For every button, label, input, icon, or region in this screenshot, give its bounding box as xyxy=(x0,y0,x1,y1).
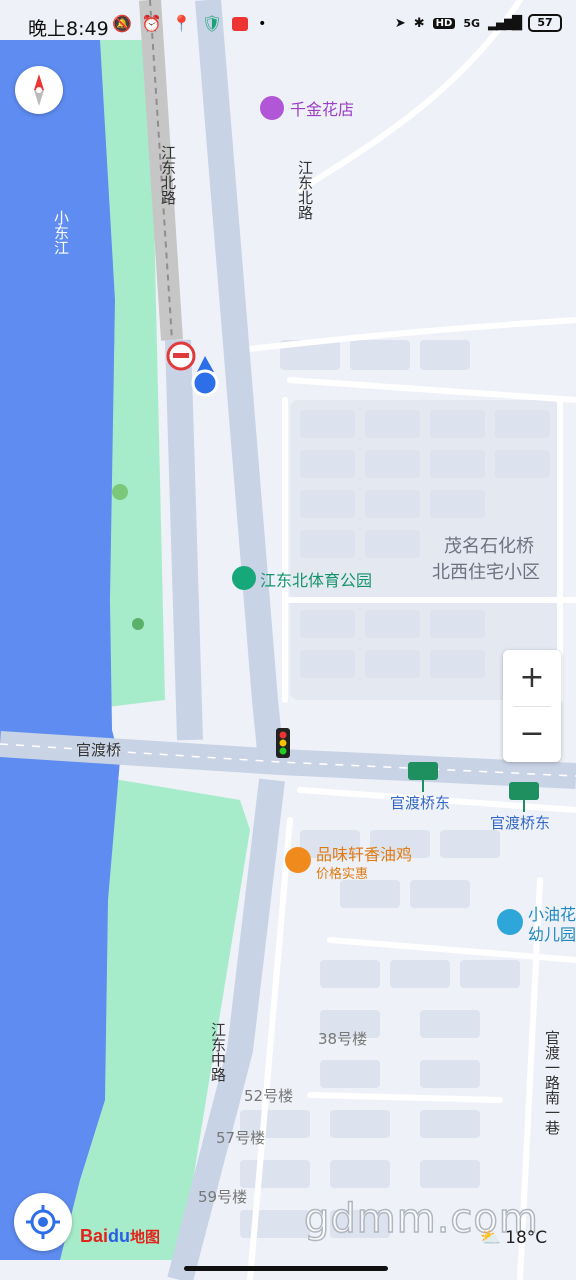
network-label: 5G xyxy=(463,16,480,30)
baidu-map-logo: Baidu地图 xyxy=(80,1226,161,1246)
road-label-guandu-bridge: 官渡桥 xyxy=(76,741,121,759)
no-entry-icon xyxy=(166,341,196,371)
alarm-icon: ⏰ xyxy=(141,14,162,33)
location-pin-icon: 📍 xyxy=(171,14,192,33)
poi-label-kindergarten-1[interactable]: 小油花 xyxy=(528,905,576,924)
map-canvas[interactable]: 江东北路 江东北路 官渡桥 江东中路 官渡一路南一巷 小东江 千金花店 江东北体… xyxy=(0,0,576,1280)
poi-label-restaurant[interactable]: 品味轩香油鸡 xyxy=(316,845,412,864)
app-badge-icon xyxy=(232,16,249,31)
mute-icon: 🔕 xyxy=(112,14,132,33)
building-label-59: 59号楼 xyxy=(198,1188,247,1206)
sports-park-pin-icon xyxy=(232,566,256,590)
bluetooth-icon: ✱ xyxy=(413,15,425,31)
poi-label-flower-shop[interactable]: 千金花店 xyxy=(290,100,354,119)
status-bar: 晚上8:49 🔕 ⏰ 📍 🛡 • ➤ ✱ HD 5G ▂▄▆█ 57 xyxy=(0,0,576,54)
shield-icon: 🛡 xyxy=(201,14,223,33)
zoom-divider xyxy=(513,706,551,707)
poi-label-kindergarten-2[interactable]: 幼儿园 xyxy=(528,925,576,944)
bus-stop-label-2[interactable]: 官渡桥东 xyxy=(490,814,550,832)
kindergarten-pin-icon xyxy=(497,909,523,935)
weather-temperature: 18°C xyxy=(505,1228,548,1248)
river-label: 小东江 xyxy=(52,210,70,255)
zoom-in-button[interactable]: + xyxy=(503,650,561,706)
road-label-jiangdong-middle: 江东中路 xyxy=(209,1022,227,1082)
cloudy-sun-icon: ⛅ xyxy=(480,1228,502,1248)
home-indicator[interactable] xyxy=(184,1266,388,1271)
poi-tag-restaurant: 价格实惠 xyxy=(316,866,368,882)
tree-icon xyxy=(112,484,128,500)
hd-badge: HD xyxy=(432,17,456,29)
flower-shop-pin-icon xyxy=(260,96,284,120)
road-label-jiangdong-north-rail: 江东北路 xyxy=(159,145,177,205)
battery-icon: 57 xyxy=(528,14,562,32)
road-label-jiangdong-north: 江东北路 xyxy=(296,160,314,220)
weather-widget[interactable]: ⛅ 18°C xyxy=(480,1228,547,1248)
status-time: 晚上8:49 xyxy=(28,18,109,40)
bus-stop-label-1[interactable]: 官渡桥东 xyxy=(390,794,450,812)
locate-button[interactable] xyxy=(14,1193,72,1251)
poi-label-sports-park[interactable]: 江东北体育公园 xyxy=(260,571,372,590)
signal-icon: ▂▄▆█ xyxy=(488,15,522,31)
tree-icon xyxy=(132,618,144,630)
zoom-out-button[interactable]: − xyxy=(503,706,561,762)
navigation-arrow-icon: ➤ xyxy=(394,15,406,31)
building-label-57: 57号楼 xyxy=(216,1129,265,1147)
restaurant-pin-icon xyxy=(285,847,311,873)
poi-label-residential[interactable]: 茂名石化桥 xyxy=(444,536,534,557)
dot-icon: • xyxy=(258,15,267,32)
building-label-38: 38号楼 xyxy=(318,1030,367,1048)
locate-icon xyxy=(26,1205,60,1239)
road-label-guandu-lane: 官渡一路南一巷 xyxy=(543,1030,561,1135)
traffic-light-icon xyxy=(276,728,290,758)
zoom-control: + − xyxy=(503,650,561,762)
building-label-52: 52号楼 xyxy=(244,1087,293,1105)
compass-icon xyxy=(34,74,44,106)
compass-button[interactable] xyxy=(15,66,63,114)
poi-label-residential-2[interactable]: 北西住宅小区 xyxy=(432,562,540,583)
